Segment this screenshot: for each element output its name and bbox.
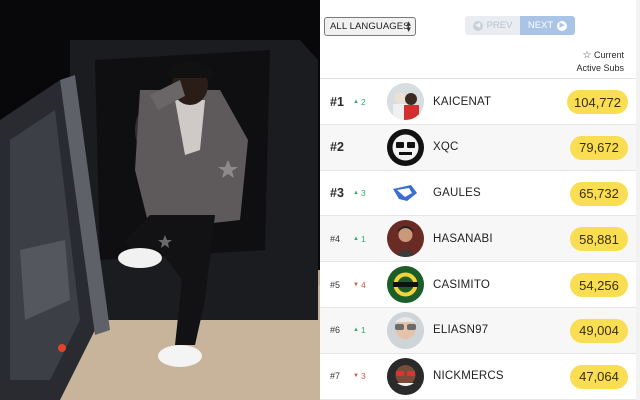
avatar[interactable] — [387, 220, 424, 258]
rank-change-value: 4 — [360, 279, 366, 290]
updown-chevron-icon: ▴ ▾ — [406, 18, 411, 34]
avatar[interactable] — [387, 83, 424, 120]
streamer-name-link[interactable]: CASIMITO — [433, 262, 490, 307]
rank-label: #5 — [330, 279, 341, 290]
rank-label: #7 — [330, 371, 341, 382]
leaderboard-row[interactable]: #1 ▲ 2 KAICENAT 104,772 — [320, 79, 636, 125]
rank-change: ▼ 4 — [353, 262, 366, 307]
language-select[interactable]: ALL LANGUAGES ▴ ▾ — [324, 17, 416, 36]
streamer-name-link[interactable]: XQC — [433, 125, 459, 170]
leaderboard-panel: ALL LANGUAGES ▴ ▾ ◀ PREV NEXT ▶ ☆ Current… — [320, 0, 640, 400]
active-subs-badge: 79,672 — [570, 135, 628, 160]
leaderboard-list: #1 ▲ 2 KAICENAT 104,772 #2 XQC 79,672 #3 ▲ 3 GAULES… — [320, 79, 636, 400]
rank-change-value: 1 — [360, 325, 366, 336]
language-select-value: ALL LANGUAGES — [330, 21, 410, 32]
subs-column-header[interactable]: ☆ Current Active Subs — [576, 49, 624, 74]
header-line2: Active Subs — [576, 63, 624, 73]
avatar[interactable] — [387, 174, 424, 212]
scrollbar[interactable] — [636, 0, 640, 400]
rank-change: ▲ 1 — [353, 308, 366, 353]
rank-change-value: 2 — [360, 96, 366, 107]
active-subs-badge: 47,064 — [570, 364, 628, 389]
leaderboard-row[interactable]: #6 ▲ 1 ELIASN97 49,004 — [320, 307, 636, 354]
triangle-down-icon: ▼ — [353, 373, 359, 380]
triangle-up-icon: ▲ — [353, 190, 359, 197]
rank-label: #3 — [330, 186, 344, 201]
triangle-down-icon: ▼ — [353, 281, 359, 288]
triangle-up-icon: ▲ — [353, 327, 359, 334]
avatar[interactable] — [387, 311, 424, 349]
streamer-name-link[interactable]: KAICENAT — [433, 79, 491, 124]
arrow-right-circle-icon: ▶ — [557, 20, 568, 31]
avatar[interactable] — [387, 266, 424, 304]
active-subs-badge: 104,772 — [567, 90, 628, 114]
streamer-name-link[interactable]: HASANABI — [433, 216, 493, 261]
rank-label: #1 — [330, 94, 344, 109]
rank-label: #6 — [330, 325, 341, 336]
pagination: ◀ PREV NEXT ▶ — [465, 16, 575, 35]
leaderboard-row[interactable]: #3 ▲ 3 GAULES 65,732 — [320, 171, 636, 217]
rank-change: ▼ 3 — [353, 354, 366, 399]
leaderboard-row[interactable]: #5 ▼ 4 CASIMITO 54,256 — [320, 262, 636, 308]
prev-label: PREV — [486, 20, 513, 31]
rank-change: ▲ 3 — [353, 171, 366, 216]
leaderboard-row[interactable]: #2 XQC 79,672 — [320, 124, 636, 171]
streamer-name-link[interactable]: ELIASN97 — [433, 308, 488, 353]
rank-change-value: 3 — [360, 371, 366, 382]
avatar[interactable] — [387, 357, 424, 395]
active-subs-badge: 49,004 — [570, 318, 628, 343]
rank-change: ▲ 1 — [353, 216, 366, 261]
car-door-photo-illustration — [0, 0, 320, 400]
arrow-left-circle-icon: ◀ — [472, 20, 483, 31]
active-subs-badge: 54,256 — [570, 273, 628, 298]
streamer-name-link[interactable]: NICKMERCS — [433, 354, 504, 399]
streamer-photo — [0, 0, 320, 400]
rank-change: ▲ 2 — [353, 79, 366, 124]
triangle-up-icon: ▲ — [353, 235, 359, 242]
rank-label: #4 — [330, 233, 341, 244]
leaderboard-row[interactable]: #7 ▼ 3 NICKMERCS 47,064 — [320, 354, 636, 400]
rank-change-value: 1 — [360, 233, 366, 244]
header-line1: Current — [593, 50, 624, 60]
next-button[interactable]: NEXT ▶ — [520, 16, 575, 35]
triangle-up-icon: ▲ — [353, 98, 359, 105]
leaderboard-row[interactable]: #4 ▲ 1 HASANABI 58,881 — [320, 216, 636, 263]
avatar[interactable] — [387, 128, 424, 166]
rank-change-value: 3 — [360, 188, 366, 199]
active-subs-badge: 65,732 — [570, 181, 628, 206]
star-outline-icon: ☆ — [582, 50, 592, 61]
next-label: NEXT — [527, 20, 554, 31]
active-subs-badge: 58,881 — [570, 227, 628, 252]
rank-label: #2 — [330, 140, 344, 155]
prev-button[interactable]: ◀ PREV — [465, 16, 520, 35]
streamer-name-link[interactable]: GAULES — [433, 171, 481, 216]
